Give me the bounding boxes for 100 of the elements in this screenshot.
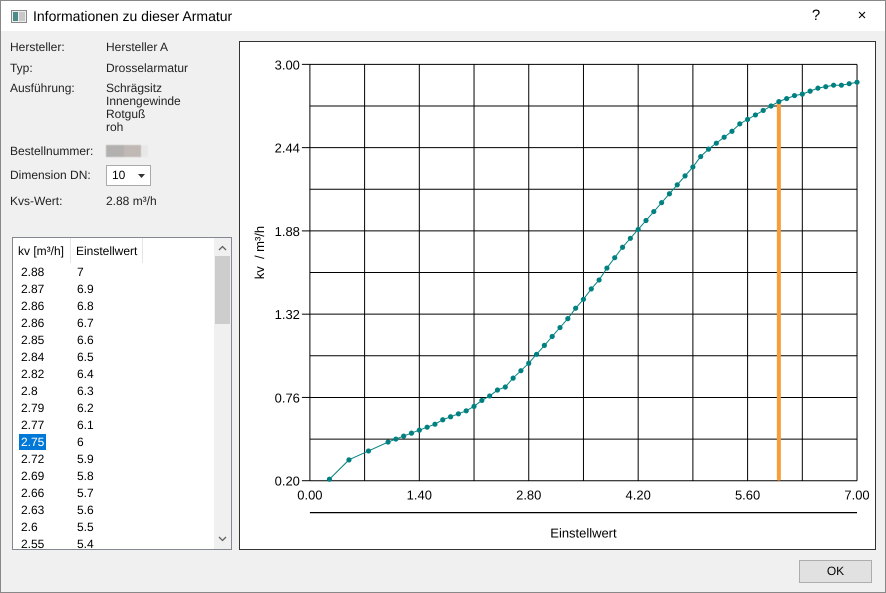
table-cell[interactable]: 2.88 xyxy=(19,264,46,278)
table-cell-text: 6 xyxy=(76,434,84,450)
tick-label: 2.44 xyxy=(274,140,300,156)
tick-label: 7.00 xyxy=(844,488,870,503)
data-point xyxy=(550,334,555,340)
data-point xyxy=(651,208,656,214)
data-point xyxy=(643,218,649,224)
data-point xyxy=(464,408,469,414)
table-cell-text: 5.7 xyxy=(76,484,94,502)
data-point xyxy=(714,140,719,146)
data-point xyxy=(596,277,602,283)
field-label: Hersteller: xyxy=(10,41,66,54)
data-point xyxy=(385,439,391,445)
field-label: Typ: xyxy=(10,62,34,75)
data-point xyxy=(620,244,626,250)
data-point xyxy=(565,316,570,322)
axis-title: Einstellwert xyxy=(550,526,617,541)
table-cell[interactable]: 2.86 xyxy=(19,316,46,330)
close-button[interactable]: × xyxy=(839,1,885,31)
app-icon xyxy=(11,10,27,22)
table-cell-text: 6.8 xyxy=(76,298,94,314)
field-value: Schrägsitz Innengewinde Rotguß roh xyxy=(106,82,181,134)
data-point xyxy=(830,82,836,88)
scrollbar[interactable] xyxy=(214,238,231,549)
help-button[interactable]: ? xyxy=(793,1,839,31)
data-point xyxy=(456,411,461,416)
table-cell[interactable]: 2.86 xyxy=(19,298,46,312)
table-cell[interactable]: 2.72 xyxy=(19,452,46,466)
table-cell-text: 5.5 xyxy=(76,518,94,536)
table-cell[interactable]: 2.63 xyxy=(19,502,46,516)
data-point xyxy=(510,376,516,381)
scroll-up-icon[interactable] xyxy=(218,245,227,251)
data-point xyxy=(479,398,484,403)
data-point xyxy=(659,200,664,206)
tick-label: 4.20 xyxy=(626,488,651,503)
data-point xyxy=(580,296,586,302)
field-value: Hersteller A xyxy=(106,41,168,54)
data-point xyxy=(471,404,477,409)
table-cell-text: 6.2 xyxy=(76,400,94,416)
table-cell[interactable]: 2.77 xyxy=(19,418,46,432)
data-point xyxy=(752,112,758,118)
data-point xyxy=(432,422,438,427)
tick-label: 0.76 xyxy=(274,390,300,406)
table-cell[interactable]: 2.84 xyxy=(19,350,46,364)
data-point xyxy=(326,476,332,482)
data-point xyxy=(800,92,805,97)
data-point xyxy=(745,116,750,122)
data-point xyxy=(401,434,406,439)
window-title: Informationen zu dieser Armatur xyxy=(33,6,232,26)
tick-label: 5.60 xyxy=(734,488,760,503)
data-point xyxy=(588,286,594,292)
table-cell-text: 5.8 xyxy=(76,468,94,484)
data-point xyxy=(448,414,454,420)
table-cell[interactable]: 2.85 xyxy=(19,332,46,346)
data-point xyxy=(784,96,790,102)
data-point xyxy=(706,146,712,152)
table-cell-text: 6.9 xyxy=(76,280,94,298)
table-cell[interactable]: 2.55 xyxy=(19,536,46,549)
table-cell[interactable]: 2.79 xyxy=(19,400,46,414)
scroll-down-icon[interactable] xyxy=(218,536,227,542)
data-point xyxy=(487,393,492,399)
data-point xyxy=(440,417,446,422)
tick-label: 2.80 xyxy=(516,488,542,503)
table-cell[interactable]: 2.69 xyxy=(19,468,46,482)
data-point xyxy=(573,306,578,311)
data-point xyxy=(854,80,860,85)
data-point xyxy=(346,457,352,462)
field-label: Ausführung: xyxy=(10,82,76,97)
table-cell[interactable]: 2.87 xyxy=(19,282,46,296)
table-cell[interactable]: 2.82 xyxy=(19,366,46,380)
data-point xyxy=(408,430,414,436)
table-cell-text: 6.3 xyxy=(76,382,94,400)
data-point xyxy=(690,164,696,170)
tick-label: 3.00 xyxy=(274,57,300,72)
data-point xyxy=(682,173,688,178)
table-cell[interactable]: 2.8 xyxy=(19,384,40,398)
ok-button[interactable]: OK xyxy=(799,560,872,582)
data-point xyxy=(838,82,844,88)
data-point xyxy=(424,424,430,430)
field-label: Kvs-Wert: xyxy=(10,195,64,208)
tick-label: 0.20 xyxy=(274,474,300,489)
data-point xyxy=(823,84,828,90)
column-header[interactable]: kv [m³/h] xyxy=(13,238,71,263)
table-cell[interactable]: 2.75 xyxy=(19,434,46,450)
column-header[interactable]: Einstellwert xyxy=(71,238,144,263)
dimension-dropdown[interactable]: 10 xyxy=(106,165,151,186)
data-point xyxy=(393,436,398,442)
field-value: 2.88 m³/h xyxy=(106,195,157,208)
data-point xyxy=(792,93,798,98)
data-point xyxy=(416,428,422,433)
caret-icon xyxy=(138,174,145,178)
data-point xyxy=(534,352,540,357)
table-cell[interactable]: 2.66 xyxy=(19,486,46,500)
data-point xyxy=(737,121,742,126)
table-cell-text: 5.9 xyxy=(76,450,94,468)
data-point xyxy=(768,103,774,109)
scroll-thumb[interactable] xyxy=(215,256,230,324)
table-cell[interactable]: 2.6 xyxy=(19,520,40,534)
axis-title: kv / m³/h xyxy=(252,226,267,280)
data-point xyxy=(636,226,641,232)
